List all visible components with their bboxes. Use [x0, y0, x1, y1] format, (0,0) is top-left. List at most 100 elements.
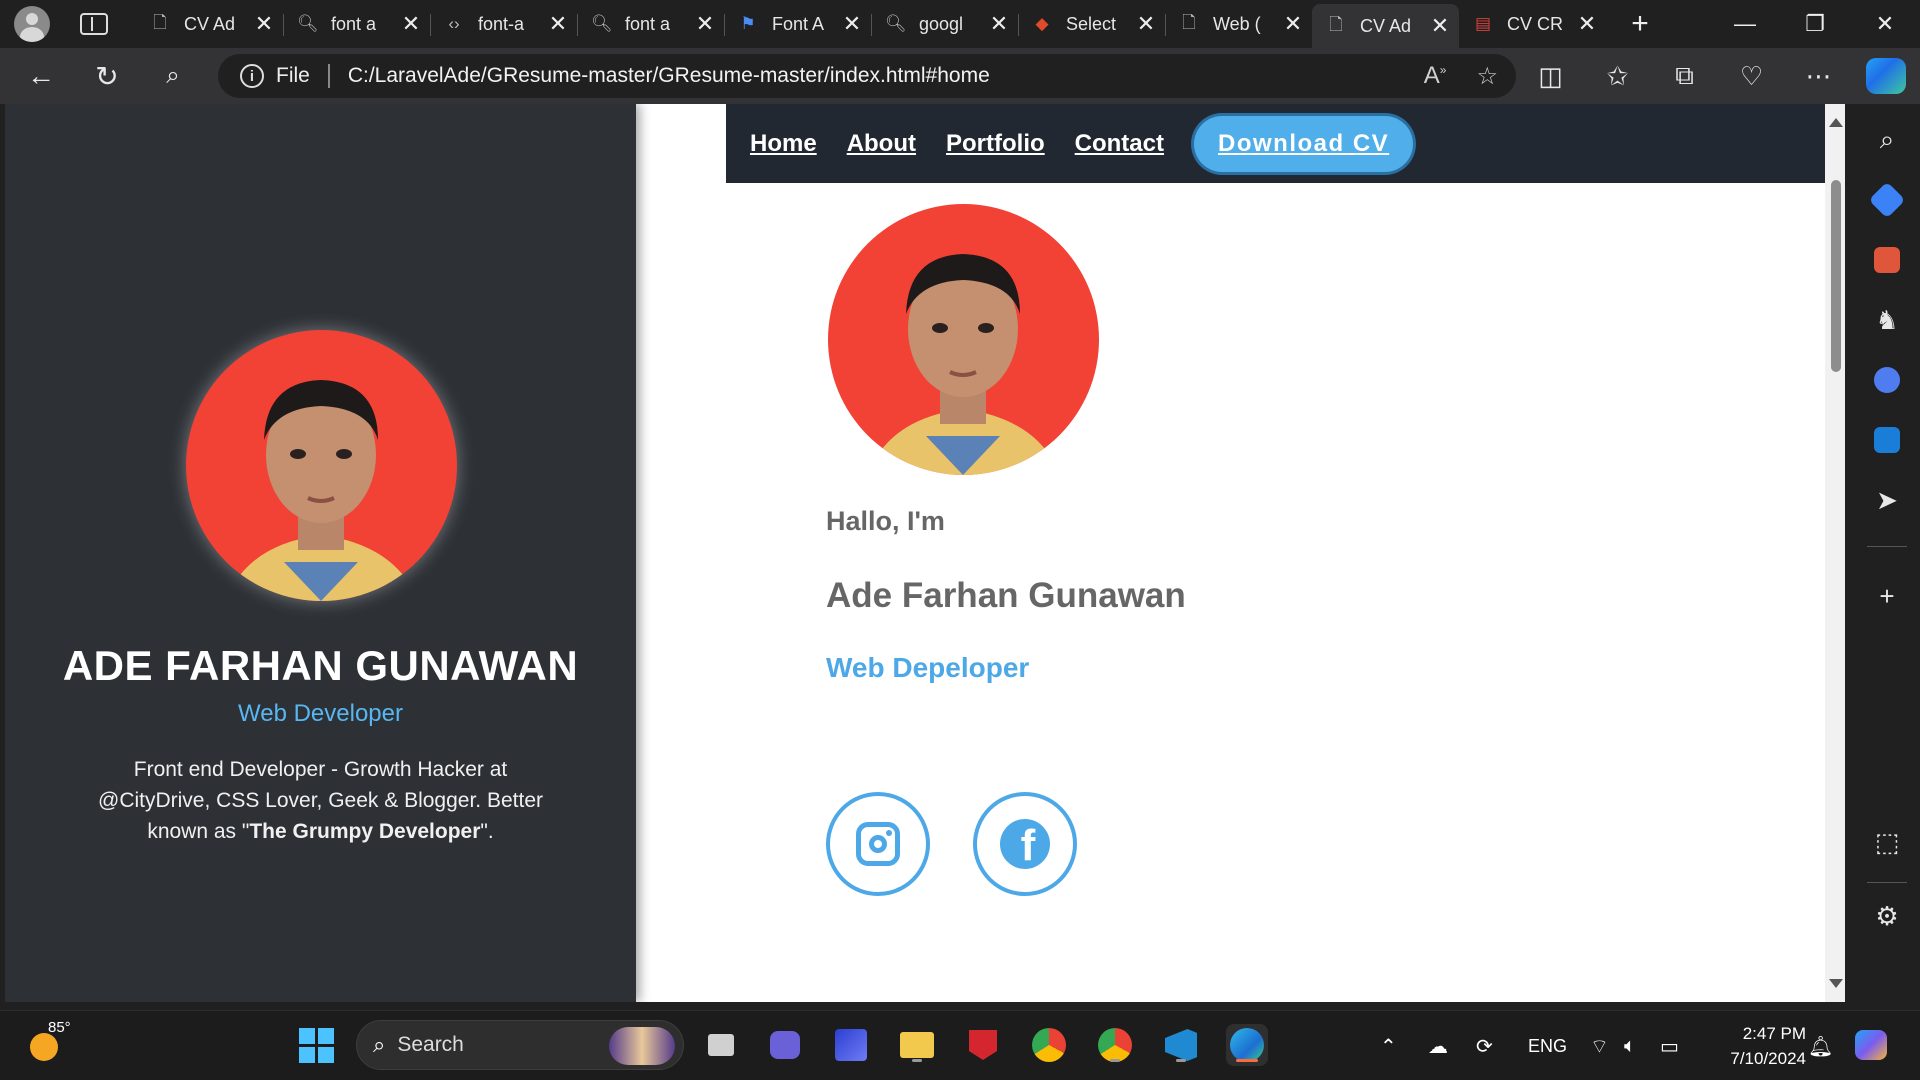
search-icon[interactable]: ⌕ [1865, 118, 1909, 162]
chrome-profile-icon[interactable] [1094, 1024, 1136, 1066]
nav-link-portfolio[interactable]: Portfolio [946, 130, 1045, 158]
instagram-link[interactable] [826, 792, 930, 896]
browser-tab[interactable]: 🔍︎ font a ✕ [577, 4, 724, 44]
close-icon[interactable]: ✕ [400, 11, 422, 37]
nav-link-home[interactable]: Home [750, 130, 817, 158]
games-chess-icon[interactable]: ♞ [1865, 298, 1909, 342]
close-icon[interactable]: ✕ [694, 11, 716, 37]
download-cv-button[interactable]: Download CV [1194, 115, 1414, 172]
scroll-down-arrow-icon[interactable] [1829, 979, 1843, 988]
nav-link-contact[interactable]: Contact [1075, 130, 1164, 158]
url-text[interactable]: C:/LaravelAde/GResume-master/GResume-mas… [348, 64, 990, 88]
scrollbar-thumb[interactable] [1831, 180, 1841, 372]
divider [327, 64, 330, 88]
teams-chat-icon[interactable] [764, 1024, 806, 1066]
profile-avatar-icon[interactable] [14, 6, 50, 42]
site-icon: ◆ [1035, 14, 1049, 33]
read-aloud-icon[interactable]: A» [1424, 62, 1447, 91]
start-windows-icon[interactable] [295, 1024, 337, 1066]
close-icon[interactable]: ✕ [1429, 13, 1451, 39]
settings-gear-icon[interactable]: ⚙ [1865, 894, 1909, 938]
screenshot-icon[interactable]: ⬚ [1865, 820, 1909, 864]
vscode-icon[interactable] [1160, 1024, 1202, 1066]
weather-widget[interactable]: 85° [28, 1019, 71, 1065]
tools-briefcase-icon[interactable] [1865, 238, 1909, 282]
close-icon[interactable]: ✕ [1135, 11, 1157, 37]
app-icon[interactable] [830, 1024, 872, 1066]
favorite-star-icon[interactable]: ☆ [1476, 62, 1498, 91]
taskbar-clock[interactable]: 2:47 PM 7/10/2024 [1706, 1021, 1806, 1071]
show-hidden-icons-chevron-icon[interactable]: ⌃ [1380, 1011, 1397, 1080]
onedrive-cloud-icon[interactable]: ☁ [1428, 1011, 1448, 1080]
browser-tab[interactable]: ◆ Select ✕ [1018, 4, 1165, 44]
nav-link-about[interactable]: About [847, 130, 916, 158]
facebook-link[interactable]: f [973, 792, 1077, 896]
send-paper-plane-icon[interactable]: ➤ [1865, 478, 1909, 522]
file-explorer-folder-icon[interactable] [896, 1024, 938, 1066]
back-arrow-icon[interactable]: ← [8, 48, 74, 104]
collections-icon[interactable]: ⧉ [1651, 48, 1718, 104]
restore-icon[interactable]: ❐ [1780, 0, 1850, 48]
tab-actions-icon[interactable] [80, 13, 108, 35]
task-view-icon[interactable] [700, 1024, 742, 1066]
page-icon: 🗋 [1182, 12, 1196, 32]
close-icon[interactable]: ✕ [988, 11, 1010, 37]
close-icon[interactable]: ✕ [253, 11, 275, 37]
close-icon[interactable]: ✕ [1282, 11, 1304, 37]
info-icon[interactable]: i [240, 64, 264, 88]
tab-title: Web ( [1213, 13, 1261, 34]
browser-tab-active[interactable]: 🗋 CV Ad ✕ [1312, 4, 1459, 48]
wifi-icon[interactable]: ⌔ [1590, 1011, 1609, 1080]
close-window-icon[interactable]: ✕ [1850, 0, 1920, 48]
language-indicator[interactable]: ENG [1528, 1011, 1567, 1080]
more-options-icon[interactable]: ⋯ [1785, 48, 1852, 104]
mcafee-shield-icon[interactable] [962, 1024, 1004, 1066]
sync-icon[interactable]: ⟳ [1476, 1011, 1493, 1080]
minimize-icon[interactable]: — [1710, 0, 1780, 48]
favorites-icon[interactable]: ✩ [1584, 48, 1651, 104]
taskbar-search[interactable]: ⌕ Search [356, 1020, 684, 1070]
browser-tab[interactable]: 🗋 CV Ad ✕ [136, 4, 283, 44]
chrome-icon[interactable] [1028, 1024, 1070, 1066]
browser-tab[interactable]: ⚑ Font A ✕ [724, 4, 871, 44]
refresh-icon[interactable]: ↻ [74, 48, 140, 104]
taskbar-search-label: Search [397, 1033, 464, 1056]
close-icon[interactable]: ✕ [1576, 11, 1598, 37]
scroll-up-arrow-icon[interactable] [1829, 118, 1843, 127]
code-icon: ‹› [448, 14, 460, 33]
copilot-icon[interactable] [1866, 58, 1906, 94]
shopping-tag-icon[interactable] [1865, 178, 1909, 222]
copilot-pre-icon[interactable] [1850, 1024, 1892, 1066]
browser-tab[interactable]: 🔍︎ font a ✕ [283, 4, 430, 44]
url-scheme-label: File [276, 64, 310, 87]
browser-toolbar: ← ↻ ⌕ i File C:/LaravelAde/GResume-maste… [0, 48, 1920, 104]
split-screen-icon[interactable]: ◫ [1517, 48, 1584, 104]
browser-tab[interactable]: 🔍︎ googl ✕ [871, 4, 1018, 44]
profile-photo [186, 330, 457, 601]
search-icon: 🔍︎ [297, 14, 319, 33]
close-icon[interactable]: ✕ [547, 11, 569, 37]
weather-sun-icon [30, 1033, 58, 1061]
copilot-sidebar-icon[interactable] [1865, 358, 1909, 402]
tab-title: googl [919, 13, 964, 34]
search-icon[interactable]: ⌕ [140, 48, 206, 104]
page-scrollbar[interactable] [1825, 104, 1845, 1002]
bio-nickname: The Grumpy Developer [249, 820, 481, 843]
browser-essentials-icon[interactable]: ♡ [1718, 48, 1785, 104]
address-bar[interactable]: i File C:/LaravelAde/GResume-master/GRes… [218, 54, 1516, 98]
notifications-icon[interactable]: 🔔︎ [1808, 1011, 1833, 1080]
outlook-icon[interactable] [1865, 418, 1909, 462]
browser-tab[interactable]: ▤ CV CR ✕ [1459, 4, 1606, 44]
browser-tab[interactable]: ‹› font-a ✕ [430, 4, 577, 44]
search-icon: ⌕ [373, 1032, 386, 1057]
new-tab-plus-icon[interactable]: + [1624, 7, 1656, 41]
browser-tab[interactable]: 🗋 Web ( ✕ [1165, 4, 1312, 44]
volume-icon[interactable]: 🔈︎ [1624, 1011, 1636, 1080]
add-plus-icon[interactable]: + [1865, 574, 1909, 618]
battery-icon[interactable]: ▭ [1660, 1011, 1679, 1080]
page-icon: 🗋 [1329, 14, 1343, 34]
hero-greeting: Hallo, I'm [826, 506, 945, 536]
close-icon[interactable]: ✕ [841, 11, 863, 37]
edge-sidebar: ⌕ ♞ ➤ + ⬚ ⚙ [1855, 104, 1920, 1002]
edge-icon[interactable] [1226, 1024, 1268, 1066]
